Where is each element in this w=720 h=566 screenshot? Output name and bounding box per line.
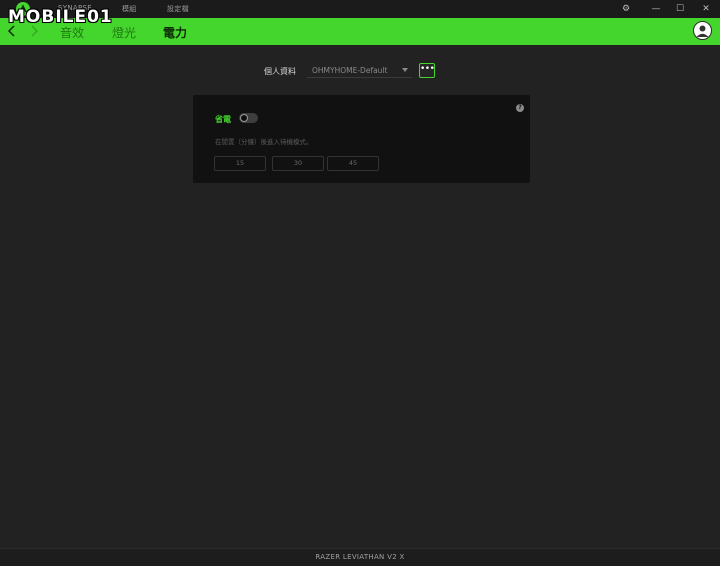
idle-15-button[interactable]: 15 [214,156,266,171]
profile-dropdown[interactable]: OHMYHOME-Default [307,63,412,78]
tab-power[interactable]: 電力 [163,24,187,41]
profile-label: 個人資料 [264,67,296,76]
more-options-button[interactable]: ••• [419,63,435,78]
tab-modules[interactable]: 模組 [122,4,137,14]
profile-dropdown-value: OHMYHOME-Default [312,66,388,75]
watermark-text: MOBILE01 [8,7,113,27]
toggle-knob [240,114,248,122]
idle-30-button[interactable]: 30 [272,156,324,171]
user-avatar-icon[interactable] [693,21,712,40]
power-saving-title: 省電 [215,115,231,124]
help-icon[interactable]: ? [516,104,524,112]
minimize-button[interactable]: — [649,3,663,15]
device-name: RAZER LEVIATHAN V2 X [315,553,405,561]
power-saving-card: ? 省電 在閒置（分鐘）後進入待機模式。 15 30 45 [193,95,530,183]
maximize-button[interactable]: ☐ [673,3,687,15]
close-button[interactable]: ✕ [699,3,713,15]
settings-gear-icon[interactable]: ⚙ [619,3,633,15]
watermark-logo: MOBILE01 [8,3,113,31]
power-saving-toggle[interactable] [239,113,258,123]
tab-lighting[interactable]: 燈光 [112,24,136,41]
device-footer: RAZER LEVIATHAN V2 X [0,548,720,566]
idle-description: 在閒置（分鐘）後進入待機模式。 [215,138,313,146]
chevron-down-icon [402,68,408,72]
idle-45-button[interactable]: 45 [327,156,379,171]
tab-profiles[interactable]: 設定檔 [167,4,189,14]
